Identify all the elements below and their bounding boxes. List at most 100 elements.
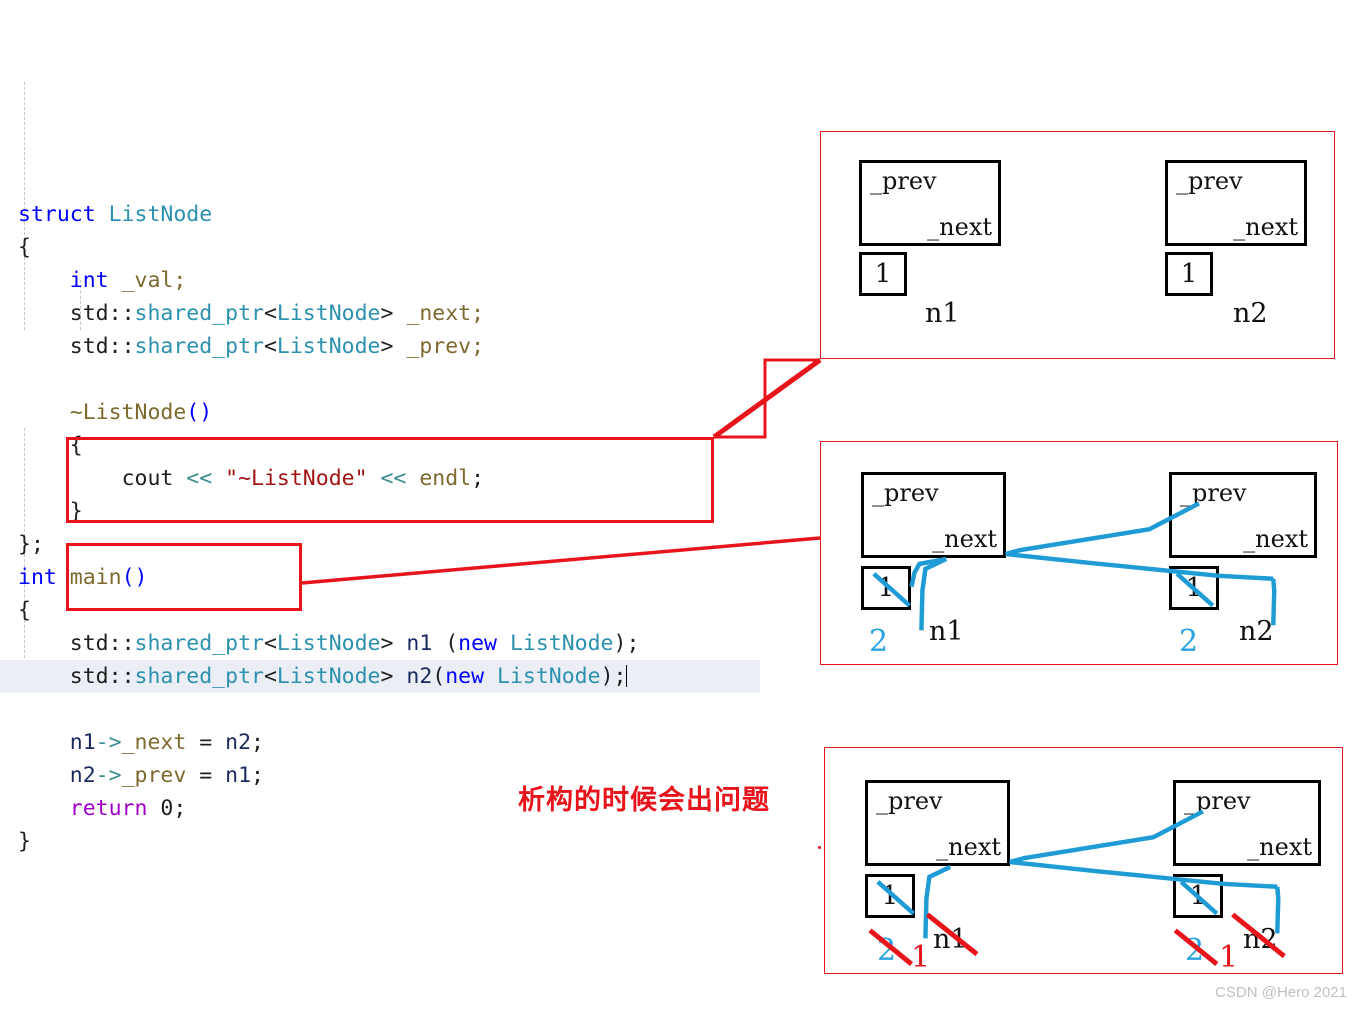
code-token: _next: [121, 730, 187, 755]
code-line[interactable]: std::shared_ptr<ListNode> n1 (new ListNo…: [0, 627, 760, 660]
code-token: "~ListNode": [225, 466, 368, 491]
node-box-n2: _prev _next: [1173, 780, 1321, 866]
code-token: n1: [225, 763, 252, 788]
field-prev-label: _prev: [1184, 787, 1251, 815]
code-token: [626, 665, 628, 687]
code-token: <<: [367, 466, 420, 491]
code-token: ListNode: [276, 664, 381, 689]
code-line[interactable]: };: [0, 528, 760, 561]
code-token: n2: [225, 730, 252, 755]
code-line[interactable]: int _val;: [0, 264, 760, 297]
code-token: (: [432, 664, 446, 689]
field-next-label: _next: [1233, 213, 1298, 241]
code-line[interactable]: struct ListNode: [0, 198, 760, 231]
code-token: <: [263, 664, 277, 689]
code-token: n2: [69, 763, 96, 788]
node-box-n1: _prev _next: [865, 780, 1010, 866]
field-next-label: _next: [927, 213, 992, 241]
code-line[interactable]: }: [0, 495, 760, 528]
diagram-panel-destruct: _prev _next 1 n1 2 1 _prev _next 1 n2 2 …: [824, 747, 1343, 975]
old-refcount-n1: 2: [877, 933, 897, 968]
code-line[interactable]: n1->_next = n2;: [0, 726, 760, 759]
code-token: shared_ptr: [134, 301, 264, 326]
code-token: >: [380, 631, 407, 656]
code-token: ListNode: [509, 631, 614, 656]
code-token: shared_ptr: [134, 631, 264, 656]
node-box-n2: _prev _next: [1169, 472, 1317, 558]
refcount-box-n2: 1: [1169, 566, 1219, 610]
field-next-label: _next: [1247, 833, 1312, 861]
code-line[interactable]: {: [0, 594, 760, 627]
code-token: struct: [18, 202, 109, 227]
code-token: ListNode: [276, 334, 381, 359]
refcount-box-n1: 1: [865, 874, 915, 918]
node-name-n1: n1: [925, 298, 960, 329]
code-lines: struct ListNode{ int _val; std::shared_p…: [0, 198, 760, 858]
code-token: <<: [186, 466, 226, 491]
node-name-n1: n1: [933, 924, 968, 955]
code-line[interactable]: }: [0, 825, 760, 858]
code-line[interactable]: {: [0, 429, 760, 462]
code-token: ;: [251, 763, 264, 788]
code-line[interactable]: std::shared_ptr<ListNode> _prev;: [0, 330, 760, 363]
refcount-value: 1: [877, 573, 895, 603]
code-token: std: [69, 301, 109, 326]
code-token: std: [69, 631, 109, 656]
code-token: n2: [406, 664, 433, 689]
new-refcount-n2: 2: [1179, 624, 1199, 659]
code-token: ::: [108, 664, 135, 689]
code-token: <: [263, 334, 277, 359]
code-token: (: [432, 631, 459, 656]
node-name-n2: n2: [1243, 924, 1278, 955]
code-line[interactable]: {: [0, 231, 760, 264]
code-token: n1: [406, 631, 433, 656]
field-next-label: _next: [1243, 525, 1308, 553]
code-token: return: [69, 796, 161, 821]
code-token: std: [69, 334, 109, 359]
refcount-box-n1: 1: [859, 252, 907, 296]
refcount-value: 1: [874, 259, 892, 289]
code-token: new: [458, 631, 510, 656]
code-token: shared_ptr: [134, 334, 264, 359]
field-prev-label: _prev: [876, 787, 943, 815]
code-line[interactable]: cout << "~ListNode" << endl;: [0, 462, 760, 495]
refcount-value: 1: [1180, 259, 1198, 289]
field-prev-label: _prev: [872, 479, 939, 507]
screenshot-root: struct ListNode{ int _val; std::shared_p…: [0, 0, 1369, 1015]
code-token: <: [263, 301, 277, 326]
new-refcount-n1: 1: [911, 940, 931, 975]
refcount-value: 1: [881, 881, 899, 911]
code-editor[interactable]: struct ListNode{ int _val; std::shared_p…: [0, 0, 760, 854]
code-token: );: [600, 664, 627, 689]
code-token: };: [18, 532, 44, 557]
diagram-panel-initial: _prev _next 1 n1 _prev _next 1 n2: [820, 131, 1335, 359]
code-line[interactable]: [0, 363, 760, 396]
code-line[interactable]: std::shared_ptr<ListNode> _next;: [0, 297, 760, 330]
code-token: =: [186, 763, 226, 788]
code-line[interactable]: std::shared_ptr<ListNode> n2(new ListNod…: [0, 660, 760, 693]
node-name-n2: n2: [1233, 298, 1268, 329]
code-token: n1: [69, 730, 96, 755]
code-token: {: [69, 433, 83, 458]
code-token: ::: [108, 301, 135, 326]
field-next-label: _next: [936, 833, 1001, 861]
code-token: main: [69, 565, 122, 590]
code-token: _val;: [121, 268, 187, 293]
refcount-value: 1: [1185, 573, 1203, 603]
refcount-box-n2: 1: [1173, 874, 1223, 918]
code-token: >: [380, 664, 407, 689]
code-line[interactable]: [0, 693, 760, 726]
code-line[interactable]: int main(): [0, 561, 760, 594]
code-token: ListNode: [276, 631, 381, 656]
code-line[interactable]: ~ListNode(): [0, 396, 760, 429]
refcount-box-n2: 1: [1165, 252, 1213, 296]
field-prev-label: _prev: [1180, 479, 1247, 507]
refcount-box-n1: 1: [861, 566, 911, 610]
code-token: );: [613, 631, 640, 656]
